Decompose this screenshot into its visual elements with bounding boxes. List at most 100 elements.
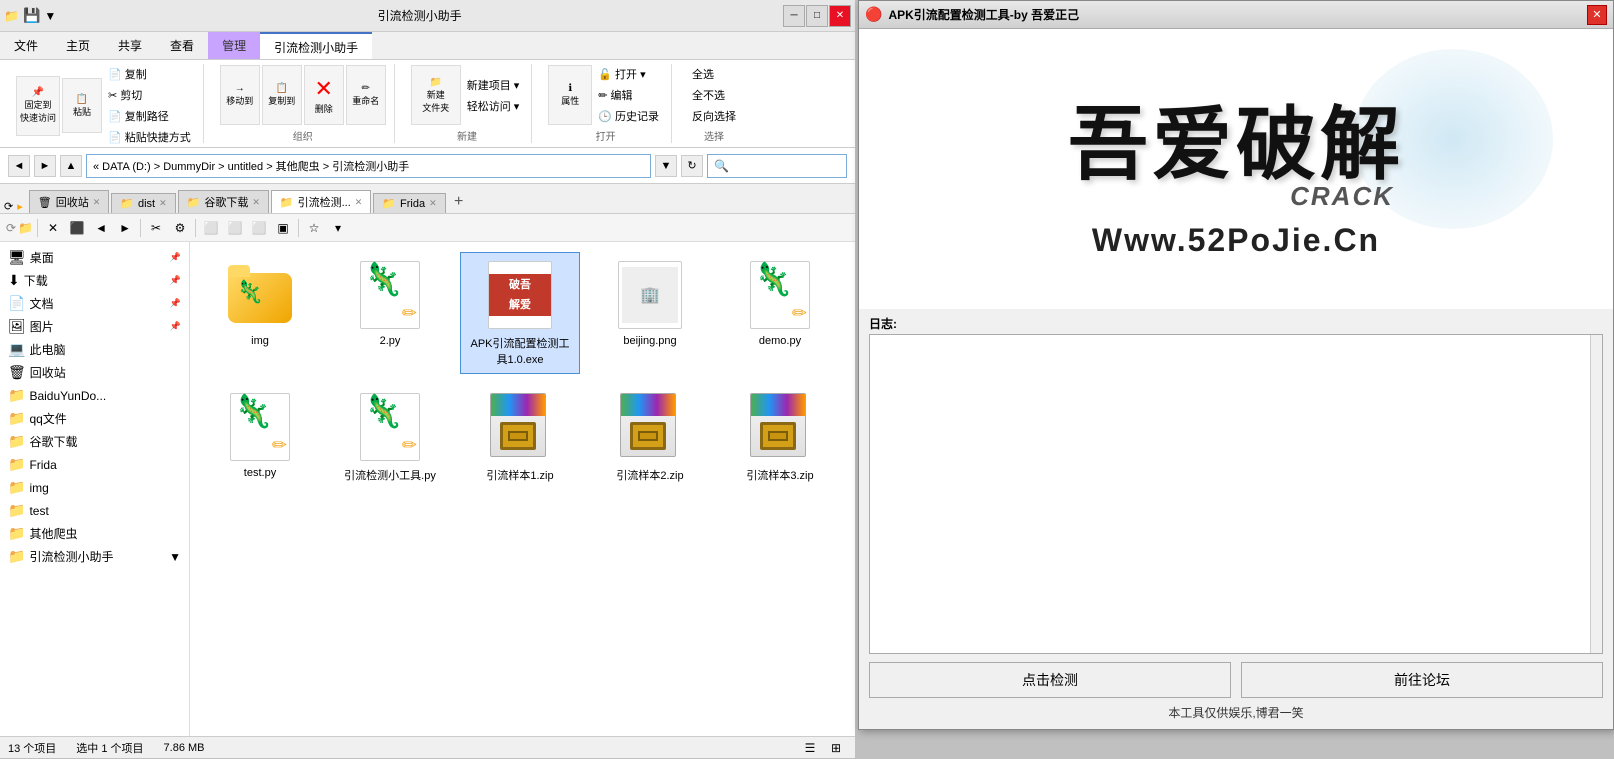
open-button[interactable]: 🔓 打开 ▾ xyxy=(594,64,663,84)
sidebar-item-pictures[interactable]: 🖼 图片 xyxy=(0,315,189,338)
copy-path-button[interactable]: 📄复制路径 xyxy=(104,106,195,126)
desktop-icon: 🖥 xyxy=(8,249,26,266)
history-button[interactable]: 🕒 历史记录 xyxy=(594,106,663,126)
back-button[interactable]: ◄ xyxy=(8,155,30,177)
quick-save-icon[interactable]: 💾 xyxy=(23,7,40,24)
tab-google-dl[interactable]: 📁 谷歌下载 ✕ xyxy=(178,190,269,213)
paste-shortcut-button[interactable]: 📄粘贴快捷方式 xyxy=(104,127,195,147)
tool-view4[interactable]: ▣ xyxy=(272,217,294,239)
tool-scissors[interactable]: ✂ xyxy=(145,217,167,239)
add-tab-button[interactable]: + xyxy=(448,191,470,213)
tab-manage[interactable]: 管理 xyxy=(208,32,260,59)
file-item-zip1[interactable]: 引流样本1.zip xyxy=(460,384,580,490)
testpy-icon: 🦎 ✏ xyxy=(224,391,296,463)
paste-button[interactable]: 📋 粘贴 xyxy=(62,78,102,133)
file-item-zip3[interactable]: 引流样本3.zip xyxy=(720,384,840,490)
tool-view2[interactable]: ⬜ xyxy=(224,217,246,239)
sidebar-item-baidu[interactable]: 📁 BaiduYunDo... xyxy=(0,384,189,407)
log-scrollbar[interactable] xyxy=(1590,335,1602,653)
close-frida-tab[interactable]: ✕ xyxy=(429,198,437,209)
tab-app-tools[interactable]: 引流检测小助手 xyxy=(260,32,372,59)
sidebar-item-test[interactable]: 📁 test xyxy=(0,499,189,522)
rename-button[interactable]: ✏ 重命名 xyxy=(346,65,386,125)
up-button[interactable]: ▲ xyxy=(60,155,82,177)
properties-button[interactable]: ℹ 属性 xyxy=(548,65,592,125)
address-dropdown[interactable]: ▼ xyxy=(655,155,677,177)
sidebar-item-yl-detect[interactable]: 📁 引流检测小助手 ▼ xyxy=(0,545,189,568)
sidebar-item-img[interactable]: 📁 img xyxy=(0,476,189,499)
close-recycle-tab[interactable]: ✕ xyxy=(93,197,101,208)
close-google-dl-tab[interactable]: ✕ xyxy=(252,197,260,208)
sidebar-label-pictures: 图片 xyxy=(30,318,54,335)
tab-home[interactable]: 主页 xyxy=(52,32,104,59)
sidebar-item-qq[interactable]: 📁 qq文件 xyxy=(0,407,189,430)
tab-yl-detect[interactable]: 📁 引流检测... ✕ xyxy=(271,190,371,213)
new-item-button[interactable]: 新建项目 ▾ xyxy=(463,75,524,95)
file-item-testpy[interactable]: 🦎 ✏ test.py xyxy=(200,384,320,490)
stop2-button[interactable]: ⬛ xyxy=(66,217,88,239)
move-to-button[interactable]: → 移动到 xyxy=(220,65,260,125)
sidebar-item-thispc[interactable]: 💻 此电脑 xyxy=(0,338,189,361)
demopy-label: demo.py xyxy=(759,335,801,347)
file-item-apk-exe[interactable]: 破吾 解爱 APK引流配置检测工具1.0.exe xyxy=(460,252,580,374)
apk-log-area[interactable] xyxy=(869,334,1603,654)
tab-share[interactable]: 共享 xyxy=(104,32,156,59)
new-folder-button[interactable]: 📁 新建文件夹 xyxy=(411,65,461,125)
stop-button[interactable]: ✕ xyxy=(42,217,64,239)
select-none-button[interactable]: 全不选 xyxy=(688,85,740,105)
view-grid-button[interactable]: ⊞ xyxy=(825,737,847,759)
tab-dist[interactable]: 📁 dist ✕ xyxy=(111,193,175,213)
tool-star[interactable]: ☆ xyxy=(303,217,325,239)
minimize-button[interactable]: ─ xyxy=(783,5,805,27)
refresh-button[interactable]: ↻ xyxy=(681,155,703,177)
maximize-button[interactable]: □ xyxy=(806,5,828,27)
img-folder-icon: 🦎 xyxy=(224,259,296,331)
file-item-beijing[interactable]: 🏢 beijing.png xyxy=(590,252,710,374)
forum-button[interactable]: 前往论坛 xyxy=(1241,662,1603,698)
close-dist-tab[interactable]: ✕ xyxy=(159,198,167,209)
sidebar-item-crawlers[interactable]: 📁 其他爬虫 xyxy=(0,522,189,545)
apk-logo-area: 吾爱破解 CRACK Www.52PoJie.Cn xyxy=(859,29,1613,309)
detect-button[interactable]: 点击检测 xyxy=(869,662,1231,698)
sidebar-item-downloads[interactable]: ⬇ 下载 xyxy=(0,269,189,292)
copy-button[interactable]: 📄复制 xyxy=(104,64,195,84)
sidebar-item-docs[interactable]: 📄 文档 xyxy=(0,292,189,315)
sidebar-item-recycle[interactable]: 🗑 回收站 xyxy=(0,361,189,384)
view-list-button[interactable]: ☰ xyxy=(799,737,821,759)
cut-button[interactable]: ✂剪切 xyxy=(104,85,195,105)
tab-view[interactable]: 查看 xyxy=(156,32,208,59)
nav-back-small[interactable]: ◄ xyxy=(90,217,112,239)
tab-file[interactable]: 文件 xyxy=(0,32,52,59)
easy-access-button[interactable]: 轻松访问 ▾ xyxy=(463,96,524,116)
tab-recycle[interactable]: 🗑 回收站 ✕ xyxy=(29,190,110,213)
delete-button[interactable]: ✕ 删除 xyxy=(304,65,344,125)
file-item-zip2[interactable]: 引流样本2.zip xyxy=(590,384,710,490)
tab-frida[interactable]: 📁 Frida ✕ xyxy=(373,193,445,213)
file-item-img[interactable]: 🦎 img xyxy=(200,252,320,374)
close-yl-detect-tab[interactable]: ✕ xyxy=(355,197,363,208)
tool-more[interactable]: ▾ xyxy=(327,217,349,239)
tool-gear[interactable]: ⚙ xyxy=(169,217,191,239)
sidebar-item-frida[interactable]: 📁 Frida xyxy=(0,453,189,476)
invert-select-button[interactable]: 反向选择 xyxy=(688,106,740,126)
beijing-icon: 🏢 xyxy=(614,259,686,331)
docs-icon: 📄 xyxy=(8,295,25,312)
apk-close-button[interactable]: ✕ xyxy=(1587,5,1607,25)
pin-quick-access-button[interactable]: 📌 固定到快速访问 xyxy=(16,76,60,136)
tool-view3[interactable]: ⬜ xyxy=(248,217,270,239)
file-item-demopy[interactable]: 🦎 ✏ demo.py xyxy=(720,252,840,374)
close-button[interactable]: ✕ xyxy=(829,5,851,27)
sidebar-item-desktop[interactable]: 🖥 桌面 xyxy=(0,246,189,269)
copy-to-button[interactable]: 📋 复制到 xyxy=(262,65,302,125)
toolbar-sep-4 xyxy=(298,219,299,237)
file-item-ylpy[interactable]: 🦎 ✏ 引流检测小工具.py xyxy=(330,384,450,490)
nav-fwd-small[interactable]: ► xyxy=(114,217,136,239)
tool-view1[interactable]: ⬜ xyxy=(200,217,222,239)
forward-button[interactable]: ► xyxy=(34,155,56,177)
search-box[interactable]: 🔍 xyxy=(707,154,847,178)
select-all-button[interactable]: 全选 xyxy=(688,64,740,84)
file-item-2py[interactable]: 🦎 ✏ 2.py xyxy=(330,252,450,374)
edit-button[interactable]: ✏ 编辑 xyxy=(594,85,663,105)
address-box[interactable]: « DATA (D:) > DummyDir > untitled > 其他爬虫… xyxy=(86,154,651,178)
sidebar-item-google-dl[interactable]: 📁 谷歌下载 xyxy=(0,430,189,453)
